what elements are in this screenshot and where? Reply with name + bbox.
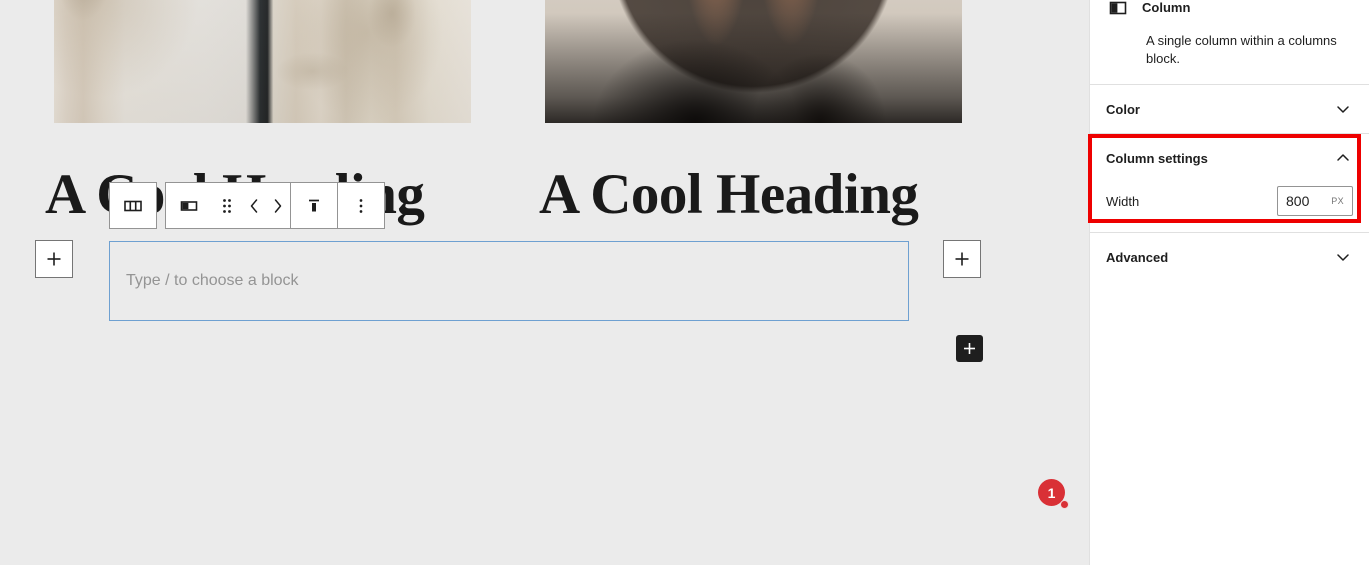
columns-block-media-row	[0, 0, 1089, 123]
editor-canvas[interactable]: A Cool Heading A Cool Heading	[0, 0, 1089, 565]
inserter-right-button[interactable]	[943, 240, 981, 278]
panel-column-settings-title: Column settings	[1106, 150, 1208, 166]
parent-block-group	[109, 182, 157, 229]
panel-color: Color	[1090, 84, 1369, 133]
more-vertical-icon	[355, 196, 367, 216]
move-left-button[interactable]	[242, 183, 266, 228]
block-card: Column A single column within a columns …	[1090, 0, 1369, 84]
panel-color-title: Color	[1106, 101, 1140, 117]
chevron-down-icon	[1333, 99, 1353, 119]
move-right-button[interactable]	[266, 183, 290, 228]
panel-column-settings-toggle[interactable]: Column settings	[1090, 134, 1369, 182]
column-icon	[177, 194, 201, 218]
chevron-down-icon	[1333, 247, 1353, 267]
panel-advanced-title: Advanced	[1106, 249, 1169, 265]
select-parent-columns-button[interactable]	[110, 183, 156, 228]
inserter-left-button[interactable]	[35, 240, 73, 278]
image-laptop[interactable]	[545, 0, 962, 123]
more-options-button[interactable]	[338, 183, 384, 228]
plus-icon	[45, 250, 63, 268]
width-input[interactable]	[1278, 192, 1322, 210]
columns-icon	[121, 194, 145, 218]
settings-sidebar: Column A single column within a columns …	[1089, 0, 1369, 565]
column-icon	[1106, 0, 1130, 24]
width-row: Width PX	[1106, 182, 1353, 216]
block-placeholder-text: Type / to choose a block	[126, 272, 299, 289]
chevron-up-icon	[1333, 148, 1353, 168]
block-toolbar	[109, 182, 385, 229]
change-block-type-button[interactable]	[166, 183, 212, 228]
panel-advanced: Advanced	[1090, 232, 1369, 281]
block-card-description: A single column within a columns block.	[1146, 33, 1337, 66]
panel-advanced-toggle[interactable]: Advanced	[1090, 233, 1369, 281]
column-settings-body: Width PX	[1090, 182, 1369, 232]
gutenberg-editor: A Cool Heading A Cool Heading	[0, 0, 1369, 565]
vertical-align-button[interactable]	[291, 183, 337, 228]
image-sweater[interactable]	[54, 0, 471, 123]
drag-dots-icon	[219, 195, 235, 217]
width-label: Width	[1106, 193, 1140, 209]
step-badge: 1	[1038, 479, 1069, 509]
panel-color-toggle[interactable]: Color	[1090, 85, 1369, 133]
heading-right[interactable]: A Cool Heading	[539, 166, 919, 223]
add-block-button[interactable]	[956, 335, 983, 362]
align-top-icon	[302, 194, 326, 218]
chevron-left-icon	[247, 197, 261, 215]
chevron-right-icon	[271, 197, 285, 215]
block-card-title: Column	[1142, 0, 1191, 15]
width-input-wrapper[interactable]: PX	[1277, 186, 1353, 216]
width-unit-label: PX	[1331, 196, 1344, 206]
drag-handle[interactable]	[212, 183, 242, 228]
block-controls-group	[165, 182, 385, 229]
panel-column-settings: Column settings Width PX	[1090, 133, 1369, 232]
plus-icon	[953, 250, 971, 268]
empty-paragraph-block[interactable]: Type / to choose a block	[109, 241, 909, 321]
cursor-dot	[1060, 500, 1069, 509]
plus-icon	[962, 341, 977, 356]
